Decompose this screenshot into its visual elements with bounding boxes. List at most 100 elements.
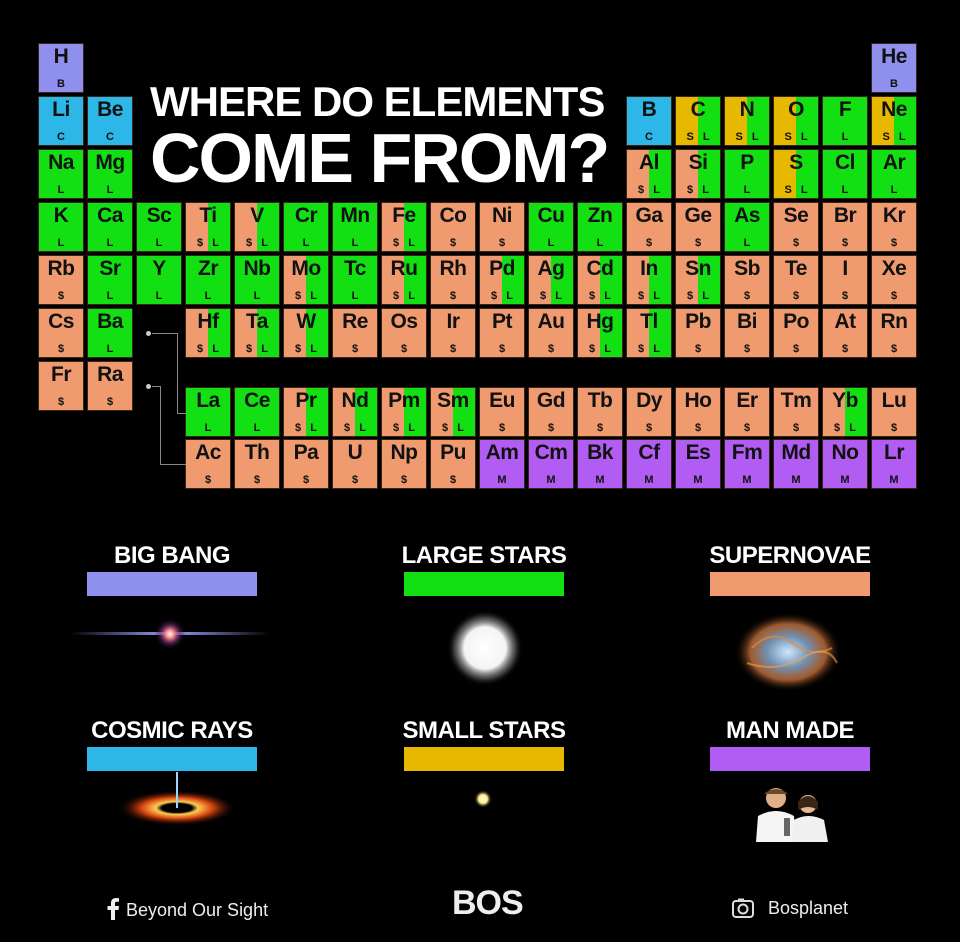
element-he: He B	[871, 43, 917, 93]
element-source-codes: L	[351, 290, 362, 302]
instagram-link[interactable]: Bosplanet	[732, 898, 848, 919]
element-symbol: Re	[342, 310, 368, 333]
large-star-glow-image	[447, 610, 523, 686]
legend-large-stars: LARGE STARS	[374, 542, 594, 596]
element-symbol: I	[842, 257, 848, 280]
element-source-codes: $	[106, 396, 117, 408]
element-symbol: H	[53, 45, 69, 68]
element-la: La L	[185, 387, 231, 437]
element-f: FL	[822, 96, 868, 146]
facebook-label: Beyond Our Sight	[126, 900, 269, 920]
element-k: KL	[38, 202, 84, 252]
legend-swatch-large-stars	[404, 572, 564, 596]
element-symbol: Sn	[685, 257, 711, 280]
element-source-codes: $ L	[589, 343, 614, 355]
element-symbol: Rb	[47, 257, 76, 280]
element-symbol: As	[734, 204, 760, 227]
element-symbol: Md	[781, 441, 811, 464]
black-hole-jet-image	[117, 772, 237, 826]
element-symbol: Si	[688, 151, 708, 174]
element-source-codes: L	[106, 184, 117, 196]
element-symbol: U	[347, 441, 363, 464]
element-symbol: Es	[685, 441, 711, 464]
legend-small-stars: SMALL STARS	[374, 717, 594, 771]
element-source-codes: $	[449, 474, 460, 486]
element-symbol: In	[640, 257, 658, 280]
element-source-codes: $ L	[393, 237, 418, 249]
element-source-codes: M	[546, 474, 559, 486]
element-source-codes: $	[449, 343, 460, 355]
element-rh: Rh $	[430, 255, 476, 305]
element-symbol: La	[196, 389, 220, 412]
element-source-codes: L	[253, 290, 264, 302]
big-bang-flare-image	[70, 618, 270, 650]
element-source-codes: $	[400, 474, 411, 486]
lanthanide-marker-dot	[146, 331, 151, 336]
element-source-codes: $	[351, 474, 362, 486]
element-pm: Pm $ L	[381, 387, 427, 437]
element-source-codes: $	[57, 396, 68, 408]
element-source-codes: $ L	[393, 290, 418, 302]
element-source-codes: $	[498, 422, 509, 434]
element-source-codes: $	[841, 237, 852, 249]
element-source-codes: $	[645, 237, 656, 249]
element-source-codes: $	[743, 422, 754, 434]
element-symbol: V	[250, 204, 264, 227]
element-ra: Ra $	[87, 361, 133, 411]
element-am: Am M	[479, 439, 525, 489]
facebook-link[interactable]: Beyond Our Sight	[106, 898, 268, 921]
element-symbol: Fe	[392, 204, 416, 227]
element-source-codes: $	[547, 343, 558, 355]
element-co: Co $	[430, 202, 476, 252]
element-source-codes: $ L	[638, 290, 663, 302]
element-tb: Tb $	[577, 387, 623, 437]
element-source-codes: $	[498, 343, 509, 355]
element-eu: Eu $	[479, 387, 525, 437]
element-symbol: Am	[485, 441, 519, 464]
element-au: Au $	[528, 308, 574, 358]
element-se: Se $	[773, 202, 819, 252]
element-source-codes: $	[792, 422, 803, 434]
scientists-photo-image	[748, 782, 834, 842]
element-source-codes: $	[841, 343, 852, 355]
element-symbol: Ti	[199, 204, 217, 227]
element-symbol: Au	[537, 310, 566, 333]
element-cl: Cl L	[822, 149, 868, 199]
element-cu: Cu L	[528, 202, 574, 252]
element-symbol: Pd	[489, 257, 515, 280]
legend-swatch-small-stars	[404, 747, 564, 771]
element-symbol: Cm	[534, 441, 568, 464]
element-source-codes: $	[596, 422, 607, 434]
element-u: U $	[332, 439, 378, 489]
element-s: S S L	[773, 149, 819, 199]
element-rn: Rn $	[871, 308, 917, 358]
element-o: O S L	[773, 96, 819, 146]
element-be: Be C	[87, 96, 133, 146]
element-source-codes: $	[694, 422, 705, 434]
element-source-codes: L	[57, 237, 68, 249]
legend-label: BIG BANG	[114, 542, 231, 569]
element-as: As L	[724, 202, 770, 252]
element-li: Li C	[38, 96, 84, 146]
element-source-codes: $	[792, 237, 803, 249]
element-yb: Yb $ L	[822, 387, 868, 437]
element-y: YL	[136, 255, 182, 305]
element-pt: Pt $	[479, 308, 525, 358]
element-os: Os $	[381, 308, 427, 358]
crab-nebula-image	[734, 612, 842, 692]
element-symbol: Sr	[99, 257, 121, 280]
element-cr: Cr L	[283, 202, 329, 252]
legend-label: SMALL STARS	[402, 717, 566, 744]
element-ge: Ge $	[675, 202, 721, 252]
element-symbol: No	[831, 441, 860, 464]
element-source-codes: $ L	[834, 422, 859, 434]
element-kr: Kr $	[871, 202, 917, 252]
element-source-codes: L	[204, 422, 215, 434]
element-n: N S L	[724, 96, 770, 146]
element-source-codes: $	[890, 237, 901, 249]
element-symbol: F	[838, 98, 852, 121]
element-source-codes: L	[106, 290, 117, 302]
element-symbol: Nd	[341, 389, 370, 412]
element-xe: Xe $	[871, 255, 917, 305]
element-symbol: Ge	[684, 204, 712, 227]
